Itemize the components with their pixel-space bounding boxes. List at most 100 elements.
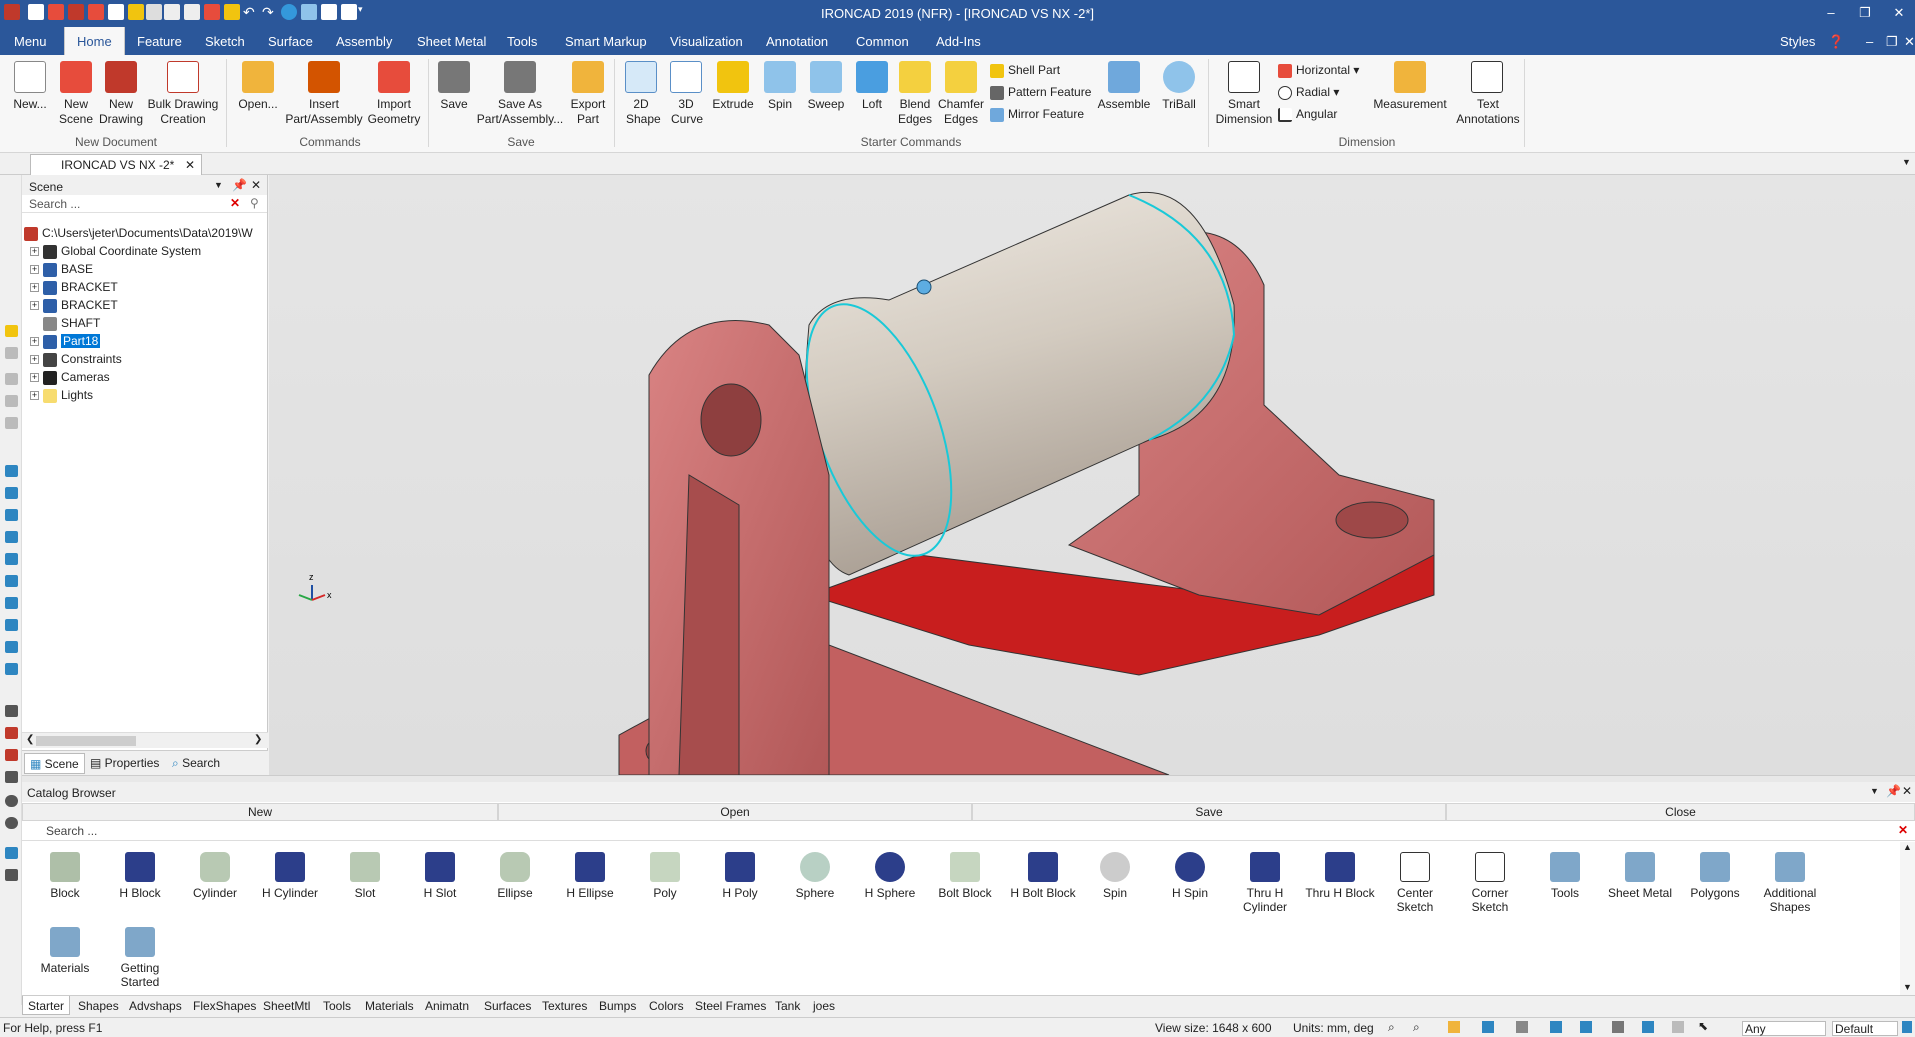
tree-item-shaft[interactable]: +SHAFT [30,314,100,332]
catalog-item-materials[interactable]: Materials [29,927,101,975]
scrollbar-thumb[interactable] [36,736,136,746]
render-mode-icon[interactable] [1448,1021,1460,1033]
view-mode-icon[interactable] [1482,1021,1494,1033]
new-button[interactable]: New... [8,55,52,112]
pan-icon[interactable] [5,749,18,761]
trimetric-view-icon[interactable] [5,641,18,653]
measure-icon[interactable] [5,771,18,783]
tab-home[interactable]: Home [64,27,125,55]
loft-button[interactable]: Loft [850,55,894,112]
tab-visualization[interactable]: Visualization [670,34,743,49]
catalog-item-slot[interactable]: Slot [329,852,401,900]
horizontal-scrollbar[interactable]: ❮ ❯ [22,732,268,748]
zoom-area-icon[interactable]: ⌕ [1413,1020,1420,1035]
zoom-fit-icon[interactable] [5,705,18,717]
lock-icon[interactable] [1902,1021,1912,1033]
ribbon-minimize-icon[interactable]: – [1866,34,1873,49]
catalog-item-cylinder[interactable]: Cylinder [179,852,251,900]
catalog-vertical-scrollbar[interactable]: ▲ ▼ [1900,842,1915,995]
catalog-item-h-cylinder[interactable]: H Cylinder [254,852,326,900]
filter-dropdown[interactable]: Any [1742,1021,1826,1036]
style-dropdown[interactable]: Default [1832,1021,1898,1036]
catalog-item-tools[interactable]: Tools [1529,852,1601,900]
tab-annotation[interactable]: Annotation [766,34,828,49]
catalog-dropdown-icon[interactable]: ▼ [1870,786,1879,796]
catalog-item-sheet-metal[interactable]: Sheet Metal [1604,852,1676,900]
lighting-icon[interactable] [1580,1021,1592,1033]
expand-icon[interactable]: + [30,391,39,401]
ruler-tool-icon[interactable] [5,869,18,881]
ribbon-close-icon[interactable]: ✕ [1904,34,1915,50]
tree-item-bracket-2[interactable]: + BRACKET [30,296,118,314]
bottom-view-icon[interactable] [5,575,18,587]
tree-root[interactable]: C:\Users\jeter\Documents\Data\2019\W [24,224,268,242]
tab-assembly[interactable]: Assembly [336,34,392,49]
catalog-search-input[interactable]: Search ... ✕ [22,822,1915,841]
ribbon-restore-icon[interactable]: ❐ [1886,34,1898,50]
right-view-icon[interactable] [5,531,18,543]
catalog-tab-steel-frames[interactable]: Steel Frames [695,999,766,1013]
catalog-tab-starter[interactable]: Starter [22,996,71,1015]
tab-smart-markup[interactable]: Smart Markup [565,34,647,49]
3d-viewport[interactable]: z x [269,175,1915,775]
expand-icon[interactable]: + [30,373,39,383]
catalog-tab-surfaces[interactable]: Surfaces [484,999,531,1013]
catalog-item-bolt-block[interactable]: Bolt Block [929,852,1001,900]
top-view-icon[interactable] [5,553,18,565]
clear-search-icon[interactable]: ✕ [230,196,240,210]
catalog-tab-joes[interactable]: joes [813,999,835,1013]
new-scene-button[interactable]: New Scene [54,55,98,127]
frame-icon[interactable] [1612,1021,1624,1033]
expand-icon[interactable]: + [30,337,39,347]
mirror-feature-button[interactable]: Mirror Feature [990,105,1084,123]
expand-icon[interactable]: + [30,247,39,257]
extrude-button[interactable]: Extrude [710,55,756,112]
close-document-icon[interactable]: ✕ [185,158,195,172]
angular-dimension-button[interactable]: Angular [1278,105,1337,123]
copy-tool-icon[interactable] [5,395,18,407]
catalog-item-polygons[interactable]: Polygons [1679,852,1751,900]
tab-surface[interactable]: Surface [268,34,313,49]
close-button[interactable]: ✕ [1884,4,1914,22]
catalog-new-button[interactable]: New [22,803,498,821]
sketch-tool-icon[interactable] [5,847,18,859]
rotate-icon[interactable] [5,727,18,739]
tree-item-lights[interactable]: + Lights [30,386,93,404]
tab-search[interactable]: ⌕ Search [172,756,220,771]
catalog-open-button[interactable]: Open [498,803,972,821]
iso-view-icon[interactable] [5,597,18,609]
expand-icon[interactable]: + [30,283,39,293]
display-icon[interactable] [1642,1021,1654,1033]
catalog-save-button[interactable]: Save [972,803,1446,821]
catalog-pin-icon[interactable]: 📌 [1886,784,1901,798]
catalog-tab-sheetmtl[interactable]: SheetMtl [263,999,310,1013]
import-geometry-button[interactable]: Import Geometry [366,55,422,127]
catalog-close-icon[interactable]: ✕ [1902,784,1912,798]
save-button[interactable]: Save [434,55,474,112]
catalog-item-h-slot[interactable]: H Slot [404,852,476,900]
catalog-item-thru-h-block[interactable]: Thru H Block [1304,852,1376,900]
catalog-item-center-sketch[interactable]: Center Sketch [1379,852,1451,914]
tree-item-cameras[interactable]: + Cameras [30,368,110,386]
tree-item-gcs[interactable]: + Global Coordinate System [30,242,201,260]
smart-dimension-button[interactable]: Smart Dimension [1214,55,1274,127]
document-tab[interactable]: IRONCAD VS NX -2* ✕ [30,154,202,175]
tab-dropdown-icon[interactable]: ▼ [1902,157,1911,167]
tab-sketch[interactable]: Sketch [205,34,245,49]
left-view-icon[interactable] [5,509,18,521]
shading-icon[interactable] [1550,1021,1562,1033]
back-view-icon[interactable] [5,487,18,499]
bulk-drawing-button[interactable]: Bulk Drawing Creation [145,55,221,127]
catalog-item-h-ellipse[interactable]: H Ellipse [554,852,626,900]
measurement-button[interactable]: Measurement [1370,55,1450,112]
scroll-left-icon[interactable]: ❮ [26,734,34,745]
model-canvas[interactable]: z x [269,175,1915,775]
tab-feature[interactable]: Feature [137,34,182,49]
catalog-item-ellipse[interactable]: Ellipse [479,852,551,900]
tree-item-bracket-1[interactable]: + BRACKET [30,278,118,296]
2d-shape-button[interactable]: 2D Shape [620,55,662,127]
export-part-button[interactable]: Export Part [568,55,608,127]
tree-item-constraints[interactable]: + Constraints [30,350,122,368]
scroll-right-icon[interactable]: ❯ [254,734,262,745]
scroll-up-icon[interactable]: ▲ [1903,842,1912,852]
